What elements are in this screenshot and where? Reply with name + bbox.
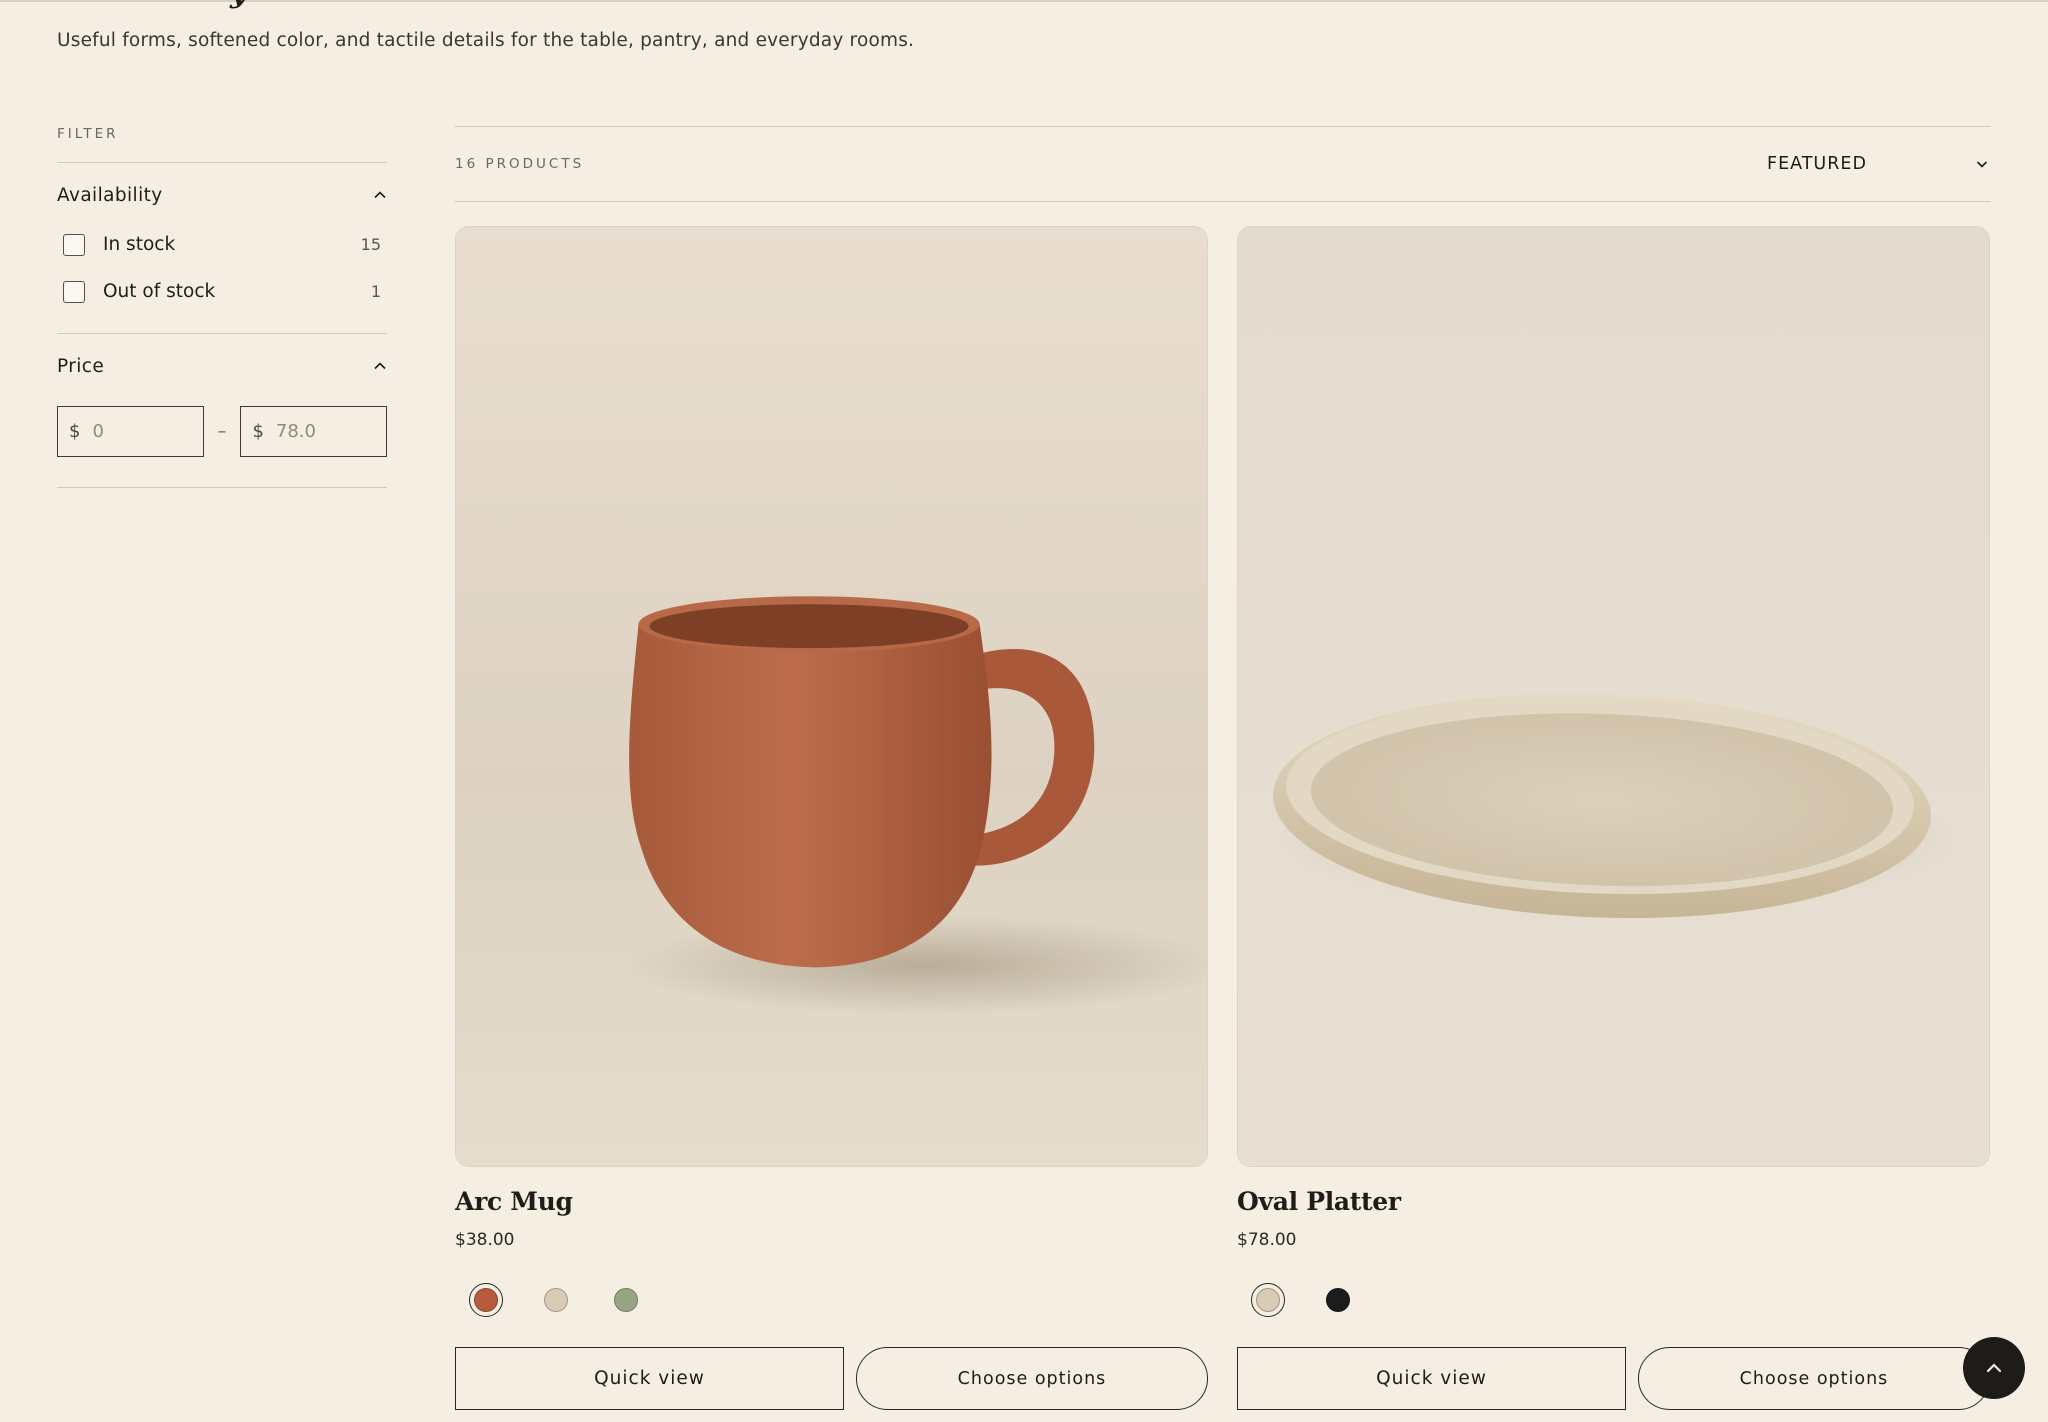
out-of-stock-option[interactable]: Out of stock 1: [57, 268, 387, 315]
swatch-black[interactable]: [1321, 1283, 1355, 1317]
product-image-arc-mug[interactable]: [455, 226, 1208, 1167]
product-listing: 16 PRODUCTS FEATURED Arc Mug $38.00 Quic…: [455, 126, 1991, 1410]
product-title[interactable]: Arc Mug: [455, 1185, 1208, 1219]
color-swatches: [1237, 1283, 1990, 1317]
product-actions: Quick view Choose options: [1237, 1347, 1990, 1410]
price-max-input[interactable]: [275, 421, 366, 442]
listing-toolbar: 16 PRODUCTS FEATURED: [455, 126, 1991, 202]
swatch-color: [614, 1288, 638, 1312]
in-stock-checkbox[interactable]: [63, 233, 85, 256]
terracotta-mug-image: [456, 227, 1207, 1166]
back-to-top-button[interactable]: [1963, 1337, 2025, 1399]
in-stock-count: 15: [360, 235, 381, 254]
out-of-stock-checkbox[interactable]: [63, 280, 85, 303]
collection-title: y: [230, 0, 247, 8]
product-count: 16 PRODUCTS: [455, 156, 585, 172]
chevron-up-icon: [373, 188, 387, 202]
swatch-terracotta[interactable]: [469, 1283, 503, 1317]
quick-view-button[interactable]: Quick view: [1237, 1347, 1626, 1410]
swatch-sand[interactable]: [1251, 1283, 1285, 1317]
product-card: Arc Mug $38.00 Quick view Choose options: [455, 226, 1208, 1410]
currency-symbol: $: [69, 421, 81, 442]
price-max-field[interactable]: $: [240, 406, 387, 457]
sort-label: FEATURED: [1767, 154, 1867, 174]
divider: [57, 487, 387, 488]
price-label: Price: [57, 355, 105, 377]
currency-symbol: $: [252, 421, 264, 442]
availability-toggle[interactable]: Availability: [57, 163, 387, 227]
out-of-stock-count: 1: [370, 282, 381, 301]
availability-options: In stock 15 Out of stock 1: [57, 221, 387, 333]
price-toggle[interactable]: Price: [57, 334, 387, 398]
sort-dropdown[interactable]: FEATURED: [1767, 154, 1991, 174]
collection-description: Useful forms, softened color, and tactil…: [57, 30, 915, 51]
color-swatches: [455, 1283, 1208, 1317]
swatch-color: [1256, 1288, 1280, 1312]
product-price: $38.00: [455, 1230, 515, 1250]
swatch-color: [1326, 1288, 1350, 1312]
oval-platter-image: [1238, 227, 1989, 1166]
price-min-input[interactable]: [92, 421, 183, 442]
filter-sidebar: FILTER Availability In stock 15 Out of s…: [57, 126, 387, 488]
product-image-oval-platter[interactable]: [1237, 226, 1990, 1167]
chevron-down-icon: [1975, 157, 1989, 171]
quick-view-button[interactable]: Quick view: [455, 1347, 844, 1410]
price-range: $ – $: [57, 398, 387, 487]
product-grid: Arc Mug $38.00 Quick view Choose options: [455, 226, 1991, 1410]
swatch-color: [544, 1288, 568, 1312]
top-divider: [0, 0, 2048, 2]
swatch-sage[interactable]: [609, 1283, 643, 1317]
chevron-up-icon: [1986, 1363, 2002, 1373]
swatch-color: [474, 1288, 498, 1312]
price-separator: –: [217, 421, 227, 442]
availability-label: Availability: [57, 184, 163, 206]
choose-options-button[interactable]: Choose options: [1638, 1347, 1990, 1410]
swatch-sand[interactable]: [539, 1283, 573, 1317]
product-title[interactable]: Oval Platter: [1237, 1185, 1990, 1219]
in-stock-option[interactable]: In stock 15: [57, 221, 387, 268]
choose-options-button[interactable]: Choose options: [856, 1347, 1208, 1410]
product-card: Oval Platter $78.00 Quick view Choose op…: [1237, 226, 1990, 1410]
product-actions: Quick view Choose options: [455, 1347, 1208, 1410]
filter-heading: FILTER: [57, 126, 119, 142]
in-stock-label: In stock: [103, 234, 176, 255]
price-min-field[interactable]: $: [57, 406, 204, 457]
chevron-up-icon: [373, 359, 387, 373]
out-of-stock-label: Out of stock: [103, 281, 216, 302]
product-price: $78.00: [1237, 1230, 1297, 1250]
